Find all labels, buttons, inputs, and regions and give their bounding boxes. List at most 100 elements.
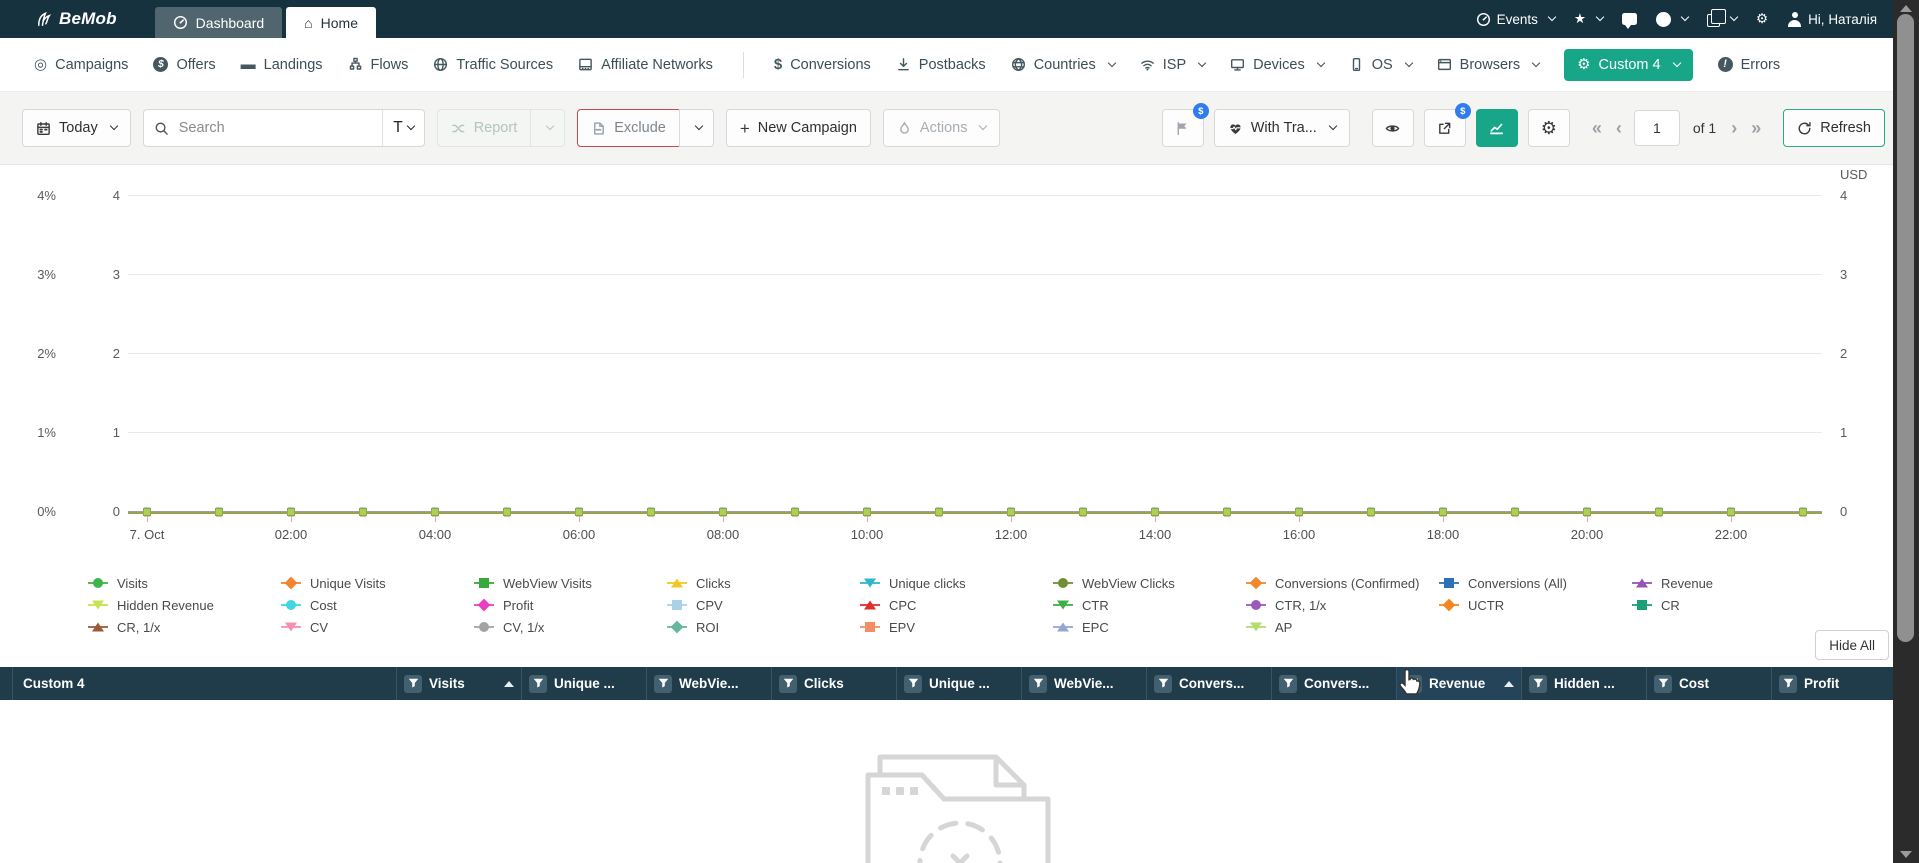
last-page-button[interactable]: » (1749, 119, 1763, 137)
exclude-button[interactable]: Exclude (577, 109, 680, 147)
report-button[interactable]: Report (436, 109, 532, 147)
topbar-help-button[interactable] (1655, 11, 1690, 27)
table-column-header-convers[interactable]: Convers... (1147, 667, 1272, 700)
page-number-input[interactable] (1633, 110, 1680, 146)
legend-item[interactable]: CV (281, 620, 474, 635)
scrollbar-down-arrow[interactable] (1900, 851, 1912, 858)
first-page-button[interactable]: « (1590, 119, 1604, 137)
legend-item[interactable]: CR (1632, 598, 1825, 613)
filter-funnel-icon[interactable] (1404, 674, 1422, 693)
visibility-button[interactable] (1371, 109, 1414, 147)
nav-item-browsers[interactable]: Browsers (1437, 57, 1541, 73)
legend-item[interactable]: WebView Clicks (1053, 576, 1246, 591)
legend-item[interactable]: CPC (860, 598, 1053, 613)
legend-item[interactable]: Clicks (667, 576, 860, 591)
topbar-chat-button[interactable] (1621, 13, 1637, 29)
table-column-header-cost[interactable]: Cost (1647, 667, 1772, 700)
exclude-dropdown-button[interactable] (678, 109, 714, 147)
filter-funnel-icon[interactable] (1279, 674, 1297, 693)
legend-item[interactable]: ROI (667, 620, 860, 635)
nav-item-errors[interactable]: Errors (1717, 57, 1780, 73)
nav-item-affiliate-networks[interactable]: Affiliate Networks (578, 57, 713, 73)
table-column-header-webvie[interactable]: WebVie... (647, 667, 772, 700)
filter-funnel-icon[interactable] (654, 674, 672, 693)
legend-item[interactable]: Conversions (Confirmed) (1246, 576, 1439, 591)
table-group-column-header[interactable]: Custom 4 (13, 667, 397, 700)
topbar-settings-button[interactable]: ⚙ (1756, 12, 1768, 26)
nav-item-conversions[interactable]: $ Conversions (774, 57, 871, 73)
filter-funnel-icon[interactable] (1154, 674, 1172, 693)
table-column-header-unique[interactable]: Unique ... (897, 667, 1022, 700)
filter-funnel-icon[interactable] (1029, 674, 1047, 693)
filter-funnel-icon[interactable] (1654, 674, 1672, 693)
legend-item[interactable]: Profit (474, 598, 667, 613)
legend-item[interactable]: Revenue (1632, 576, 1825, 591)
filter-funnel-icon[interactable] (779, 674, 797, 693)
nav-item-isp[interactable]: ISP (1140, 57, 1207, 73)
table-column-header-visits[interactable]: Visits (397, 667, 522, 700)
legend-item[interactable]: CV, 1/x (474, 620, 667, 635)
nav-item-devices[interactable]: Devices (1230, 57, 1325, 73)
filter-funnel-icon[interactable] (404, 674, 422, 693)
nav-item-flows[interactable]: Flows (348, 57, 408, 73)
nav-item-landings[interactable]: ▬ Landings (241, 57, 323, 73)
table-column-header-clicks[interactable]: Clicks (772, 667, 897, 700)
app-logo[interactable]: BeMob (34, 0, 117, 38)
legend-item[interactable]: CTR, 1/x (1246, 598, 1439, 613)
legend-item[interactable]: CTR (1053, 598, 1246, 613)
nav-item-os[interactable]: OS (1349, 57, 1413, 73)
nav-item-custom-4[interactable]: ⚙ Custom 4 (1564, 48, 1693, 81)
legend-item[interactable]: EPC (1053, 620, 1246, 635)
legend-item[interactable]: CR, 1/x (88, 620, 281, 635)
table-column-header-revenue[interactable]: Revenue (1397, 667, 1522, 700)
nav-item-campaigns[interactable]: ◎ Campaigns (34, 57, 128, 73)
window-tab-home[interactable]: ⌂ Home (286, 7, 376, 38)
table-column-header-unique[interactable]: Unique ... (522, 667, 647, 700)
actions-button[interactable]: Actions (882, 109, 1001, 147)
new-campaign-button[interactable]: + New Campaign (725, 109, 871, 147)
nav-item-offers[interactable]: Offers (153, 57, 216, 73)
nav-item-traffic-sources[interactable]: Traffic Sources (433, 57, 553, 73)
legend-item[interactable]: CPV (667, 598, 860, 613)
topbar-events-button[interactable]: Events (1476, 12, 1557, 27)
filter-funnel-icon[interactable] (1779, 674, 1797, 693)
table-column-header-profit[interactable]: Profit (1772, 667, 1897, 700)
prev-page-button[interactable]: ‹ (1614, 119, 1624, 137)
search-input[interactable] (176, 119, 383, 137)
legend-item[interactable]: Unique clicks (860, 576, 1053, 591)
flag-filter-button[interactable]: $ (1161, 103, 1209, 147)
filter-funnel-icon[interactable] (529, 674, 547, 693)
legend-item[interactable]: Visits (88, 576, 281, 591)
topbar-favorites-button[interactable]: ★ (1574, 12, 1605, 26)
nav-item-countries[interactable]: Countries (1011, 57, 1116, 73)
legend-item[interactable]: UCTR (1439, 598, 1632, 613)
legend-item[interactable]: EPV (860, 620, 1053, 635)
legend-item[interactable]: AP (1246, 620, 1439, 635)
topbar-library-button[interactable] (1706, 9, 1739, 27)
date-range-button[interactable]: Today (22, 109, 131, 147)
refresh-button[interactable]: Refresh (1783, 109, 1885, 147)
filter-funnel-icon[interactable] (904, 674, 922, 693)
scrollbar-up-arrow[interactable] (1900, 5, 1912, 12)
filter-funnel-icon[interactable] (1529, 674, 1547, 693)
next-page-button[interactable]: › (1729, 119, 1739, 137)
chart-toggle-button[interactable] (1475, 109, 1518, 147)
legend-item[interactable]: Cost (281, 598, 474, 613)
column-settings-button[interactable]: ⚙ (1527, 109, 1570, 147)
hide-all-button[interactable]: Hide All (1815, 630, 1889, 660)
table-column-header-convers[interactable]: Convers... (1272, 667, 1397, 700)
topbar-user-button[interactable]: Hi, Наталія (1787, 11, 1877, 27)
legend-item[interactable]: WebView Visits (474, 576, 667, 591)
legend-item[interactable]: Conversions (All) (1439, 576, 1632, 591)
legend-item[interactable]: Hidden Revenue (88, 598, 281, 613)
share-button[interactable]: $ (1423, 103, 1471, 147)
scrollbar-thumb[interactable] (1897, 14, 1914, 642)
search-type-selector[interactable]: T (382, 110, 423, 146)
traffic-filter-dropdown[interactable]: With Tra... (1213, 109, 1350, 147)
report-dropdown-button[interactable] (530, 109, 566, 147)
nav-item-postbacks[interactable]: Postbacks (896, 57, 986, 73)
table-column-header-webvie[interactable]: WebVie... (1022, 667, 1147, 700)
window-tab-dashboard[interactable]: Dashboard (154, 7, 283, 38)
table-column-header-hidden[interactable]: Hidden ... (1522, 667, 1647, 700)
legend-item[interactable]: Unique Visits (281, 576, 474, 591)
